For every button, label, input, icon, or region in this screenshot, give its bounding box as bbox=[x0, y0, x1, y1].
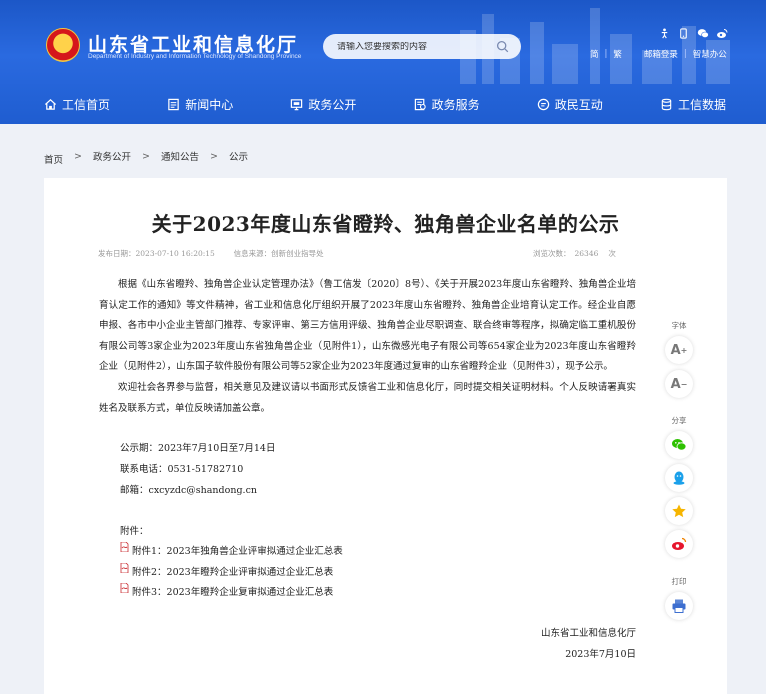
search-input[interactable] bbox=[337, 41, 497, 52]
top-links: 简 | 繁 邮箱登录 | 智慧办公 bbox=[590, 48, 727, 60]
qq-icon bbox=[673, 471, 685, 485]
pdf-icon bbox=[120, 563, 129, 573]
breadcrumb-home[interactable]: 首页 bbox=[44, 152, 63, 166]
utility-icons bbox=[658, 27, 728, 40]
nav-item-label: 政务服务 bbox=[431, 97, 480, 112]
traditional-chinese-link[interactable]: 繁 bbox=[613, 48, 622, 60]
attachments-label: 附件： bbox=[120, 526, 149, 537]
star-icon bbox=[672, 504, 686, 518]
accessibility-icon[interactable] bbox=[658, 27, 671, 40]
mobile-icon[interactable] bbox=[677, 27, 690, 40]
signature-organization: 山东省工业和信息化厅 bbox=[540, 628, 636, 639]
wechat-icon bbox=[672, 439, 687, 451]
font-decrease-letter: A bbox=[670, 376, 681, 392]
share-qq-button[interactable] bbox=[665, 464, 693, 492]
service-icon bbox=[414, 98, 426, 110]
smart-office-link[interactable]: 智慧办公 bbox=[693, 48, 727, 60]
site-header: 山东省工业和信息化厅 Department of Industry and In… bbox=[0, 0, 766, 124]
simplified-chinese-link[interactable]: 简 bbox=[590, 48, 599, 60]
nav-item-news[interactable]: 新闻中心 bbox=[167, 96, 233, 113]
breadcrumb-separator: > bbox=[209, 150, 218, 162]
views-number: 26346 bbox=[574, 249, 599, 258]
share-weibo-button[interactable] bbox=[665, 530, 693, 558]
attachment-link[interactable]: 附件1：2023年独角兽企业评审拟通过企业汇总表 bbox=[120, 542, 343, 557]
breadcrumb-separator: > bbox=[74, 150, 82, 162]
home-icon bbox=[44, 98, 57, 110]
signature-date: 2023年7月10日 bbox=[565, 649, 636, 660]
nav-item-label: 政民互动 bbox=[554, 97, 603, 112]
weibo-icon bbox=[672, 537, 687, 550]
nav-item-label: 新闻中心 bbox=[185, 97, 234, 112]
news-icon bbox=[168, 98, 179, 110]
pdf-icon bbox=[120, 542, 129, 552]
nav-item-home[interactable]: 工信首页 bbox=[44, 96, 110, 113]
article-body: 根据《山东省瞪羚、独角兽企业认定管理办法》（鲁工信发〔2020〕8号）、《关于开… bbox=[99, 275, 636, 419]
search-box bbox=[323, 34, 521, 59]
monitor-icon bbox=[291, 98, 303, 110]
site-subtitle: Department of Industry and Information T… bbox=[88, 53, 302, 60]
view-count: 浏览次数： 26346 次 bbox=[533, 248, 616, 259]
plus-icon: + bbox=[680, 345, 688, 355]
publish-date: 2023-07-10 16:20:15 bbox=[135, 249, 215, 258]
article-meta: 发布日期：2023-07-10 16:20:15 信息来源：创新创业指导处 bbox=[98, 248, 324, 259]
breadcrumb-separator: > bbox=[142, 150, 150, 162]
minus-icon: − bbox=[680, 379, 688, 389]
nav-item-label: 工信首页 bbox=[62, 97, 111, 112]
share-label: 分享 bbox=[671, 416, 687, 425]
article-title: 关于2023年度山东省瞪羚、独角兽企业名单的公示 bbox=[151, 212, 620, 236]
nav-item-government-affairs[interactable]: 政务公开 bbox=[290, 96, 356, 113]
views-unit: 次 bbox=[608, 249, 616, 258]
divider: | bbox=[604, 49, 608, 59]
chat-icon bbox=[537, 98, 549, 110]
share-qzone-button[interactable] bbox=[665, 497, 693, 525]
breadcrumb-notices[interactable]: 通知公告 bbox=[161, 149, 199, 163]
source-label: 信息来源： bbox=[233, 249, 272, 258]
article-paragraph: 根据《山东省瞪羚、独角兽企业认定管理办法》（鲁工信发〔2020〕8号）、《关于开… bbox=[99, 279, 636, 373]
breadcrumb-current: 公示 bbox=[228, 152, 248, 163]
attachment-name: 附件3：2023年瞪羚企业复审拟通过企业汇总表 bbox=[132, 587, 334, 598]
print-label: 打印 bbox=[671, 577, 687, 586]
contact-email: 邮箱：cxcyzdc@shandong.cn bbox=[120, 485, 258, 496]
database-icon bbox=[661, 98, 672, 110]
article-card: 关于2023年度山东省瞪羚、独角兽企业名单的公示 发布日期：2023-07-10… bbox=[44, 178, 727, 694]
font-decrease-button[interactable]: A − bbox=[665, 370, 693, 398]
contact-phone: 联系电话：0531-51782710 bbox=[120, 464, 244, 475]
font-size-label: 字体 bbox=[671, 321, 687, 330]
attachment-name: 附件2：2023年瞪羚企业评审拟通过企业汇总表 bbox=[132, 567, 334, 578]
source: 创新创业指导处 bbox=[271, 249, 324, 258]
attachment-link[interactable]: 附件2：2023年瞪羚企业评审拟通过企业汇总表 bbox=[120, 563, 334, 578]
pdf-icon bbox=[120, 583, 129, 593]
font-increase-button[interactable]: A + bbox=[665, 336, 693, 364]
article-paragraph: 欢迎社会各界参与监督，相关意见及建议请以书面形式反馈省工业和信息化厅，同时提交相… bbox=[99, 381, 636, 414]
attachment-link[interactable]: 附件3：2023年瞪羚企业复审拟通过企业汇总表 bbox=[120, 583, 334, 598]
search-icon[interactable] bbox=[496, 40, 509, 53]
wechat-icon[interactable] bbox=[696, 27, 709, 40]
breadcrumb-government-affairs[interactable]: 政务公开 bbox=[93, 149, 131, 163]
breadcrumb: 首页 > 政务公开 > 通知公告 > 公示 bbox=[44, 146, 248, 167]
publicity-period: 公示期：2023年7月10日至7月14日 bbox=[120, 443, 276, 454]
divider: | bbox=[683, 49, 687, 59]
attachment-name: 附件1：2023年独角兽企业评审拟通过企业汇总表 bbox=[132, 546, 343, 557]
font-increase-letter: A bbox=[670, 342, 681, 358]
nav-item-label: 工信数据 bbox=[677, 97, 726, 112]
nav-item-interaction[interactable]: 政民互动 bbox=[537, 96, 603, 113]
nav-item-data[interactable]: 工信数据 bbox=[660, 96, 726, 113]
main-nav: 工信首页 新闻中心 政务公开 政务服务 政民互动 工信数据 bbox=[0, 84, 766, 124]
printer-icon bbox=[672, 599, 686, 613]
weibo-icon[interactable] bbox=[715, 27, 728, 40]
views-label: 浏览次数： bbox=[533, 249, 571, 258]
mail-login-link[interactable]: 邮箱登录 bbox=[644, 48, 678, 60]
print-button[interactable] bbox=[665, 592, 693, 620]
national-emblem-logo[interactable] bbox=[46, 28, 80, 62]
publish-date-label: 发布日期： bbox=[98, 249, 136, 258]
nav-item-label: 政务公开 bbox=[308, 97, 357, 112]
share-wechat-button[interactable] bbox=[665, 431, 693, 459]
nav-item-services[interactable]: 政务服务 bbox=[414, 96, 480, 113]
